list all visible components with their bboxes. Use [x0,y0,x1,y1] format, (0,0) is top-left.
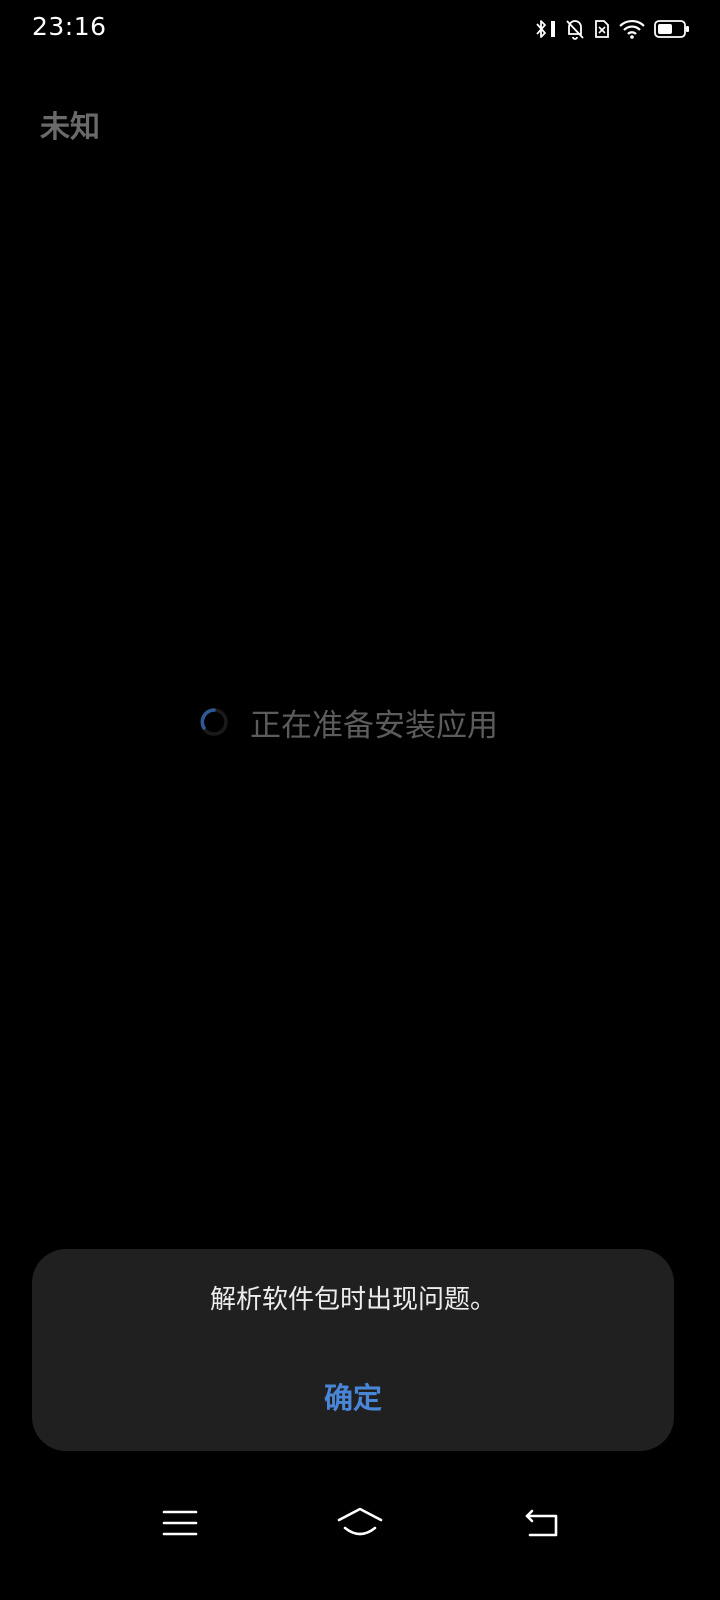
home-button[interactable] [330,1500,390,1550]
app-title: 未知 [40,110,100,145]
menu-button[interactable] [150,1500,210,1550]
status-bar: 23:16 [0,0,720,56]
error-dialog: 解析软件包时出现问题。 确定 [32,1249,674,1451]
navigation-bar [0,1490,720,1560]
battery-icon [654,19,690,39]
back-icon [524,1508,560,1542]
home-icon [336,1506,384,1544]
vibrate-icon [550,19,556,39]
dialog-message: 解析软件包时出现问题。 [209,1285,496,1315]
confirm-button[interactable]: 确定 [32,1375,674,1417]
mute-icon [565,18,585,40]
loading-spinner-icon [200,708,228,736]
status-icons [535,17,690,41]
loading-text: 正在准备安装应用 [250,707,498,744]
menu-icon [162,1508,198,1542]
back-button[interactable] [512,1500,572,1550]
bluetooth-icon [535,18,547,40]
loading-indicator: 正在准备安装应用 [200,700,498,744]
screen: 23:16 未知 正在准备安装应用 解析软件包时出现问题。 确定 [0,0,720,1600]
status-time: 23:16 [32,12,107,41]
wifi-icon [619,19,645,39]
no-sim-icon [594,18,610,40]
